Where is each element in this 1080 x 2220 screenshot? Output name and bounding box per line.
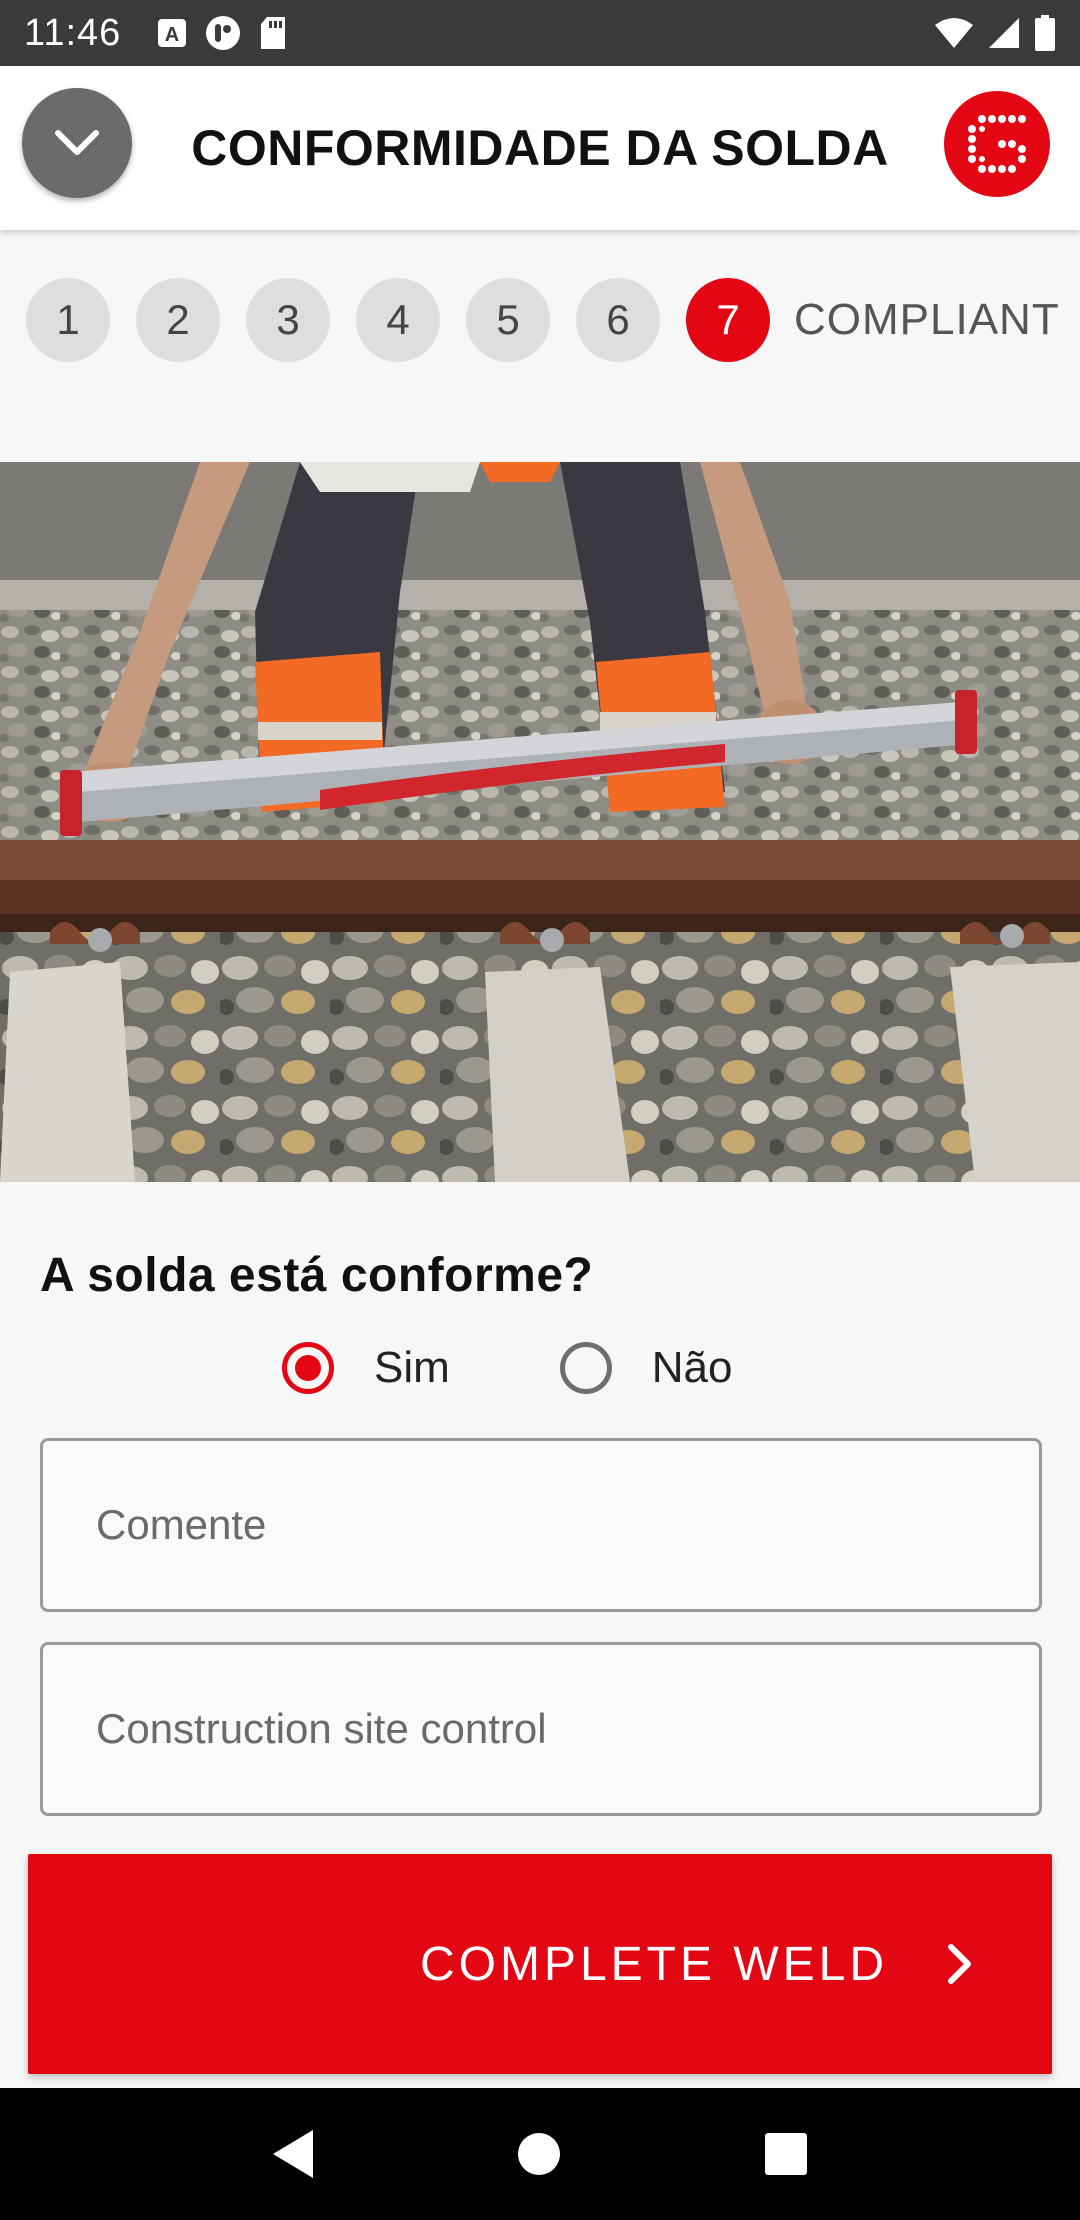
complete-weld-label: COMPLETE WELD	[419, 1937, 888, 1991]
radio-label-nao[interactable]: Não	[652, 1343, 733, 1393]
step-6[interactable]: 6	[576, 278, 660, 362]
step-label: COMPLIANT	[794, 295, 1060, 344]
site-control-input[interactable]	[96, 1705, 1039, 1753]
app-bar: CONFORMIDADE DA SOLDA	[0, 66, 1080, 230]
status-bar: 11:46 A	[0, 0, 1080, 66]
comment-field[interactable]	[40, 1438, 1042, 1612]
step-5[interactable]: 5	[466, 278, 550, 362]
notification-icons: A	[157, 15, 287, 51]
conformity-radio-group: Sim Não	[282, 1342, 843, 1394]
collapse-button[interactable]	[22, 88, 132, 198]
chevron-down-icon	[55, 130, 99, 155]
step-7[interactable]: 7	[686, 278, 770, 362]
radio-option-sim[interactable]: Sim	[282, 1342, 450, 1394]
recents-icon[interactable]	[765, 2133, 808, 2175]
step-3[interactable]: 3	[246, 278, 330, 362]
back-icon[interactable]	[272, 2130, 313, 2178]
clock: 11:46	[24, 11, 122, 54]
signal-icon	[989, 18, 1019, 48]
sd-card-icon	[261, 17, 286, 49]
system-icons	[934, 15, 1056, 51]
rail-measurement-photo	[0, 462, 1080, 1182]
step-2[interactable]: 2	[136, 278, 220, 362]
conformity-question: A solda está conforme?	[40, 1249, 594, 1302]
battery-icon	[1035, 15, 1055, 51]
home-icon[interactable]	[517, 2133, 560, 2175]
radio-unchecked-icon[interactable]	[559, 1342, 612, 1394]
photo-illustration	[0, 462, 1080, 1182]
step-1[interactable]: 1	[26, 278, 110, 362]
radio-label-sim[interactable]: Sim	[374, 1343, 450, 1393]
radio-checked-icon[interactable]	[282, 1342, 334, 1394]
system-nav-bar	[0, 2088, 1080, 2220]
brand-logo	[944, 91, 1050, 197]
chevron-right-icon	[940, 1944, 980, 1984]
step-4[interactable]: 4	[356, 278, 440, 362]
wifi-icon	[935, 18, 973, 48]
logo-icon	[968, 115, 1026, 173]
account-icon	[206, 16, 241, 50]
comment-input[interactable]	[96, 1501, 1039, 1549]
radio-option-nao[interactable]: Não	[559, 1342, 733, 1394]
text-notification-icon: A	[158, 19, 187, 47]
step-indicator: 1 2 3 4 5 6 7 COMPLIANT	[26, 278, 1060, 362]
svg-text:A: A	[165, 24, 179, 46]
site-control-field[interactable]	[40, 1642, 1042, 1816]
complete-weld-button[interactable]: COMPLETE WELD	[28, 1854, 1052, 2074]
page-title: CONFORMIDADE DA SOLDA	[191, 120, 889, 176]
